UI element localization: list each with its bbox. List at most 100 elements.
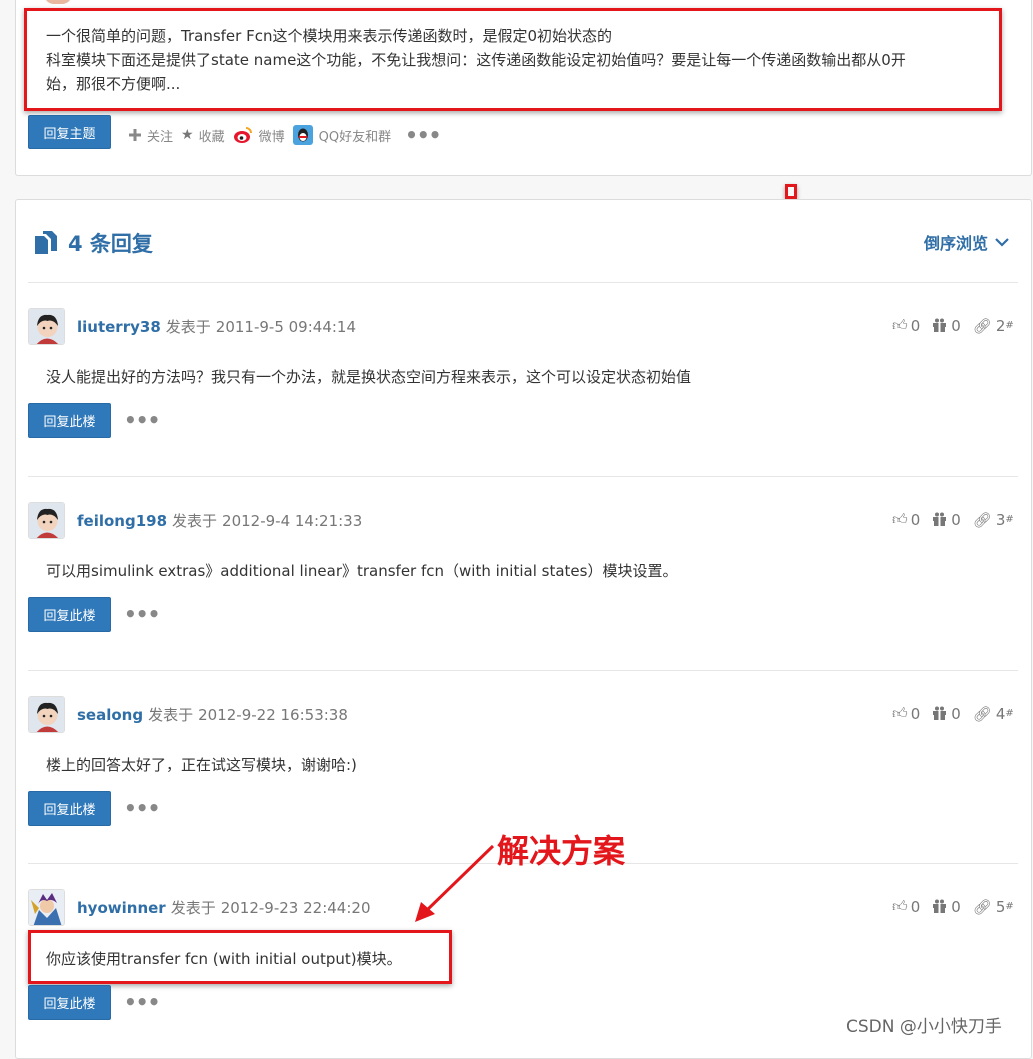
reply-stats: 👍︎ 0 0 🔗︎ 5 # (892, 897, 1026, 916)
floor-number: 3 (995, 510, 1006, 529)
reply-floor-button[interactable]: 回复此楼 (28, 985, 111, 1020)
post-time: 2012-9-22 16:53:38 (198, 705, 348, 724)
floor-number: 2 (995, 316, 1006, 335)
replies-count: 4 条回复 (68, 232, 153, 256)
post-time: 2012-9-23 22:44:20 (220, 898, 371, 917)
gift-icon (933, 512, 947, 526)
thumbs-up-icon: 👍︎ (892, 316, 908, 334)
like-count: 0 (910, 316, 921, 335)
gift-action[interactable]: 0 (932, 898, 961, 916)
username[interactable]: hyowinner (77, 899, 166, 917)
share-actions: 关注 ★ 收藏 微博 QQ好友和群 ••• (128, 123, 441, 147)
thumbs-up-icon: 👍︎ (892, 704, 908, 722)
watermark: CSDN @小小快刀手 (846, 1017, 1002, 1037)
gift-action[interactable]: 0 (932, 511, 961, 529)
like-action[interactable]: 👍︎ 0 (892, 510, 920, 529)
reply-header: sealong 发表于 2012-9-22 16:53:38 (28, 696, 348, 733)
star-icon: ★ (181, 127, 194, 143)
reply-text: 楼上的回答太好了，正在试这写模块，谢谢哈:) (46, 756, 357, 774)
posted-label: 发表于 (165, 318, 211, 336)
more-icon[interactable]: ••• (124, 990, 160, 1014)
link-icon: 🔗︎ (972, 316, 992, 335)
gift-action[interactable]: 0 (932, 317, 961, 335)
like-action[interactable]: 👍︎ 0 (892, 897, 920, 916)
gift-icon (933, 706, 947, 720)
like-action[interactable]: 👍︎ 0 (892, 316, 920, 335)
plus-icon (129, 129, 141, 141)
posted-label: 发表于 (172, 512, 218, 530)
reply-text: 没人能提出好的方法吗？我只有一个办法，就是换状态空间方程来表示，这个可以设定状态… (46, 368, 692, 386)
follow-label: 关注 (147, 129, 174, 145)
favorite-action[interactable]: ★ 收藏 (181, 126, 225, 145)
follow-action[interactable]: 关注 (128, 126, 173, 145)
more-icon[interactable]: ••• (405, 123, 441, 147)
post-time: 2012-9-4 14:21:33 (222, 511, 363, 530)
floor-hash: # (1005, 514, 1014, 525)
qq-icon (292, 125, 313, 145)
post-time: 2011-9-5 09:44:14 (215, 317, 357, 336)
floor-link[interactable]: 🔗︎ 3 # (973, 511, 1014, 529)
floor-link[interactable]: 🔗︎ 5 # (973, 898, 1014, 916)
reply-header: feilong198 发表于 2012-9-4 14:21:33 (28, 502, 362, 539)
reply-stats: 👍︎ 0 0 🔗︎ 4 # (892, 704, 1026, 723)
username[interactable]: liuterry38 (77, 318, 161, 336)
gift-action[interactable]: 0 (932, 705, 961, 723)
arrow-icon (415, 844, 495, 922)
username[interactable]: feilong198 (77, 512, 167, 530)
posted-label: 发表于 (170, 899, 216, 917)
qq-action[interactable]: QQ好友和群 (292, 125, 391, 145)
floor-link[interactable]: 🔗︎ 2 # (973, 317, 1014, 335)
dislike-count: 0 (951, 897, 961, 916)
more-icon[interactable]: ••• (124, 796, 160, 820)
reply-text: 可以用simulink extras》additional linear》tra… (46, 562, 678, 580)
thumbs-up-icon: 👍︎ (892, 510, 908, 528)
reply-header: hyowinner 发表于 2012-9-23 22:44:20 (28, 889, 370, 926)
sort-toggle[interactable]: 倒序浏览 (924, 230, 1010, 254)
divider (28, 670, 1018, 671)
avatar[interactable] (28, 502, 65, 539)
posted-label: 发表于 (148, 706, 194, 724)
reply-stats: 👍︎ 0 0 🔗︎ 3 # (892, 510, 1026, 529)
divider (28, 476, 1018, 477)
avatar[interactable] (28, 889, 65, 926)
more-icon[interactable]: ••• (124, 408, 160, 432)
link-icon: 🔗︎ (972, 704, 992, 723)
floor-number: 4 (995, 704, 1006, 723)
solution-annotation: 解决方案 (497, 832, 626, 870)
replies-heading: 4 条回复 (32, 228, 153, 258)
reply-floor-button[interactable]: 回复此楼 (28, 403, 111, 438)
floor-link[interactable]: 🔗︎ 4 # (973, 705, 1014, 723)
like-count: 0 (910, 704, 921, 723)
floor-number: 5 (995, 897, 1006, 916)
floor-hash: # (1005, 320, 1014, 331)
dislike-count: 0 (951, 316, 961, 335)
gift-icon (933, 899, 947, 913)
avatar[interactable] (28, 308, 65, 345)
reply-topic-button[interactable]: 回复主题 (28, 115, 111, 149)
like-action[interactable]: 👍︎ 0 (892, 704, 920, 723)
question-line: 科室模块下面还是提供了state name这个功能，不免让我想问：这传递函数能设… (46, 51, 906, 69)
more-icon[interactable]: ••• (124, 602, 160, 626)
floor-hash: # (1005, 708, 1014, 719)
weibo-label: 微博 (258, 129, 285, 145)
link-icon: 🔗︎ (972, 897, 992, 916)
divider (28, 282, 1018, 283)
reply-floor-button[interactable]: 回复此楼 (28, 597, 111, 632)
gift-icon (933, 318, 947, 332)
question-line: 始，那很不方便啊... (46, 75, 181, 93)
thumbs-up-icon: 👍︎ (892, 897, 908, 915)
documents-icon (35, 231, 57, 254)
favorite-label: 收藏 (198, 129, 225, 145)
link-icon: 🔗︎ (972, 510, 992, 529)
dislike-count: 0 (951, 704, 961, 723)
weibo-action[interactable]: 微博 (233, 125, 285, 145)
reply-header: liuterry38 发表于 2011-9-5 09:44:14 (28, 308, 356, 345)
username[interactable]: sealong (77, 706, 143, 724)
chevron-down-icon (995, 238, 1009, 247)
reply-floor-button[interactable]: 回复此楼 (28, 791, 111, 826)
weibo-icon (233, 127, 252, 143)
avatar[interactable] (28, 696, 65, 733)
reply-stats: 👍︎ 0 0 🔗︎ 2 # (892, 316, 1026, 335)
question-text: 一个很简单的问题，Transfer Fcn这个模块用来表示传递函数时，是假定0初… (46, 24, 1004, 96)
question-line: 一个很简单的问题，Transfer Fcn这个模块用来表示传递函数时，是假定0初… (46, 27, 613, 45)
